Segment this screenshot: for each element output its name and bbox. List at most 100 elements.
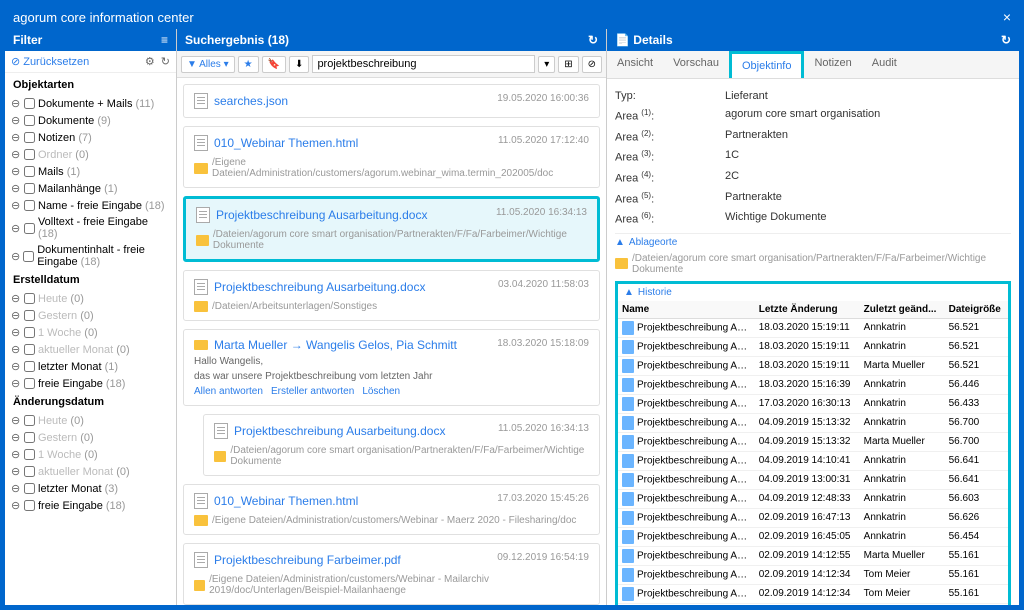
filter-item[interactable]: ⊖Volltext - freie Eingabe (18) [7, 214, 174, 242]
filter-checkbox[interactable] [24, 361, 35, 372]
collapse-icon[interactable]: ⊖ [11, 377, 21, 390]
filter-checkbox[interactable] [24, 115, 35, 126]
history-column-header[interactable]: Zuletzt geänd... [860, 301, 945, 319]
filter-checkbox[interactable] [24, 500, 35, 511]
collapse-icon[interactable]: ⊖ [11, 499, 21, 512]
result-item[interactable]: 010_Webinar Themen.html11.05.2020 17:12:… [183, 126, 600, 188]
history-row[interactable]: Projektbeschreibung Aus..02.09.2019 14:1… [618, 565, 1008, 584]
history-row[interactable]: Projektbeschreibung Aus..04.09.2019 14:1… [618, 451, 1008, 470]
tool-icon-2[interactable]: ⊞ [558, 56, 578, 73]
filter-checkbox[interactable] [23, 251, 34, 262]
tab-notizen[interactable]: Notizen [804, 51, 861, 78]
collapse-icon[interactable]: ⊖ [11, 309, 21, 322]
filter-item[interactable]: ⊖Ordner (0) [7, 146, 174, 163]
mail-action[interactable]: Ersteller antworten [271, 386, 354, 397]
filter-item[interactable]: ⊖Mails (1) [7, 163, 174, 180]
tab-objektinfo[interactable]: Objektinfo [729, 51, 805, 78]
filter-checkbox[interactable] [24, 449, 35, 460]
filter-item[interactable]: ⊖1 Woche (0) [7, 446, 174, 463]
history-row[interactable]: Projektbeschreibung Aus..17.03.2020 16:3… [618, 394, 1008, 413]
history-row[interactable]: Projektbeschreibung Aus..18.03.2020 15:1… [618, 318, 1008, 337]
mail-action[interactable]: Löschen [362, 386, 400, 397]
filter-toggle-icon[interactable]: ▼ Alles ▾ [181, 56, 235, 73]
collapse-icon[interactable]: ⊖ [11, 114, 21, 127]
collapse-icon[interactable]: ⊖ [11, 360, 21, 373]
collapse-icon[interactable]: ⊖ [11, 250, 20, 263]
search-input[interactable] [312, 55, 535, 73]
filter-item[interactable]: ⊖freie Eingabe (18) [7, 497, 174, 514]
result-path[interactable]: /Dateien/agorum core smart organisation/… [196, 229, 587, 251]
result-item[interactable]: Marta Mueller → Wangelis Gelos, Pia Schm… [183, 329, 600, 406]
result-title-link[interactable]: 010_Webinar Themen.html [214, 494, 358, 508]
tool-icon-3[interactable]: ⊘ [582, 56, 602, 73]
filter-checkbox[interactable] [24, 483, 35, 494]
collapse-icon[interactable]: ⊖ [11, 131, 21, 144]
filter-checkbox[interactable] [24, 310, 35, 321]
history-row[interactable]: Projektbeschreibung Aus..02.09.2019 16:4… [618, 527, 1008, 546]
history-row[interactable]: Projektbeschreibung Aus..02.09.2019 14:1… [618, 603, 1008, 605]
close-icon[interactable]: × [1003, 9, 1011, 25]
result-path[interactable]: /Eigene Dateien/Administration/customers… [194, 515, 589, 526]
filter-item[interactable]: ⊖letzter Monat (3) [7, 480, 174, 497]
collapse-icon[interactable]: ⊖ [11, 465, 21, 478]
result-item[interactable]: Projektbeschreibung Farbeimer.pdf09.12.2… [183, 543, 600, 605]
collapse-icon[interactable]: ⊖ [11, 222, 21, 235]
ablageorte-path[interactable]: /Dateien/agorum core smart organisation/… [615, 251, 1011, 277]
history-column-header[interactable]: Dateigröße [945, 301, 1008, 319]
collapse-icon[interactable]: ⊖ [11, 448, 21, 461]
filter-item[interactable]: ⊖Gestern (0) [7, 307, 174, 324]
tab-audit[interactable]: Audit [862, 51, 907, 78]
filter-checkbox[interactable] [24, 98, 35, 109]
filter-checkbox[interactable] [24, 466, 35, 477]
filter-item[interactable]: ⊖1 Woche (0) [7, 324, 174, 341]
result-path[interactable]: /Eigene Dateien/Administration/customers… [194, 157, 589, 179]
ablageorte-section[interactable]: ▲ Ablageorte [615, 233, 1011, 251]
history-row[interactable]: Projektbeschreibung Aus..04.09.2019 12:4… [618, 489, 1008, 508]
collapse-icon[interactable]: ⊖ [11, 199, 21, 212]
filter-checkbox[interactable] [24, 344, 35, 355]
filter-item[interactable]: ⊖Gestern (0) [7, 429, 174, 446]
result-title-link[interactable]: Marta Mueller → Wangelis Gelos, Pia Schm… [214, 338, 457, 352]
collapse-icon[interactable]: ⊖ [11, 326, 21, 339]
filter-checkbox[interactable] [24, 183, 35, 194]
history-row[interactable]: Projektbeschreibung Aus..04.09.2019 15:1… [618, 432, 1008, 451]
star-icon[interactable]: ★ [238, 56, 259, 73]
collapse-icon[interactable]: ⊖ [11, 431, 21, 444]
collapse-icon[interactable]: ⊖ [11, 414, 21, 427]
download-icon[interactable]: ⬇ [289, 56, 309, 73]
collapse-icon[interactable]: ⊖ [11, 165, 21, 178]
results-refresh-icon[interactable]: ↻ [588, 33, 598, 47]
collapse-icon[interactable]: ⊖ [11, 97, 21, 110]
history-row[interactable]: Projektbeschreibung Aus..18.03.2020 15:1… [618, 356, 1008, 375]
result-item[interactable]: Projektbeschreibung Ausarbeitung.docx11.… [183, 196, 600, 262]
collapse-icon[interactable]: ⊖ [11, 148, 21, 161]
tab-ansicht[interactable]: Ansicht [607, 51, 663, 78]
result-path[interactable]: /Dateien/agorum core smart organisation/… [214, 445, 589, 467]
reset-filter-button[interactable]: ⊘ Zurücksetzen [11, 55, 89, 68]
history-row[interactable]: Projektbeschreibung Aus..02.09.2019 14:1… [618, 546, 1008, 565]
filter-checkbox[interactable] [24, 166, 35, 177]
filter-checkbox[interactable] [24, 200, 35, 211]
tab-vorschau[interactable]: Vorschau [663, 51, 729, 78]
filter-checkbox[interactable] [24, 149, 35, 160]
filter-item[interactable]: ⊖Name - freie Eingabe (18) [7, 197, 174, 214]
result-title-link[interactable]: Projektbeschreibung Ausarbeitung.docx [214, 280, 425, 294]
filter-item[interactable]: ⊖Dokumente + Mails (11) [7, 95, 174, 112]
filter-item[interactable]: ⊖Heute (0) [7, 412, 174, 429]
history-row[interactable]: Projektbeschreibung Aus..02.09.2019 16:4… [618, 508, 1008, 527]
result-title-link[interactable]: Projektbeschreibung Ausarbeitung.docx [234, 424, 445, 438]
tool-icon-1[interactable]: ▾ [538, 56, 555, 73]
collapse-icon[interactable]: ⊖ [11, 292, 21, 305]
historie-section[interactable]: ▲ Historie [618, 284, 1008, 301]
history-row[interactable]: Projektbeschreibung Aus..18.03.2020 15:1… [618, 337, 1008, 356]
result-item[interactable]: searches.json19.05.2020 16:00:36 [183, 84, 600, 118]
history-row[interactable]: Projektbeschreibung Aus..04.09.2019 13:0… [618, 470, 1008, 489]
filter-item[interactable]: ⊖aktueller Monat (0) [7, 463, 174, 480]
filter-checkbox[interactable] [24, 327, 35, 338]
result-item[interactable]: Projektbeschreibung Ausarbeitung.docx03.… [183, 270, 600, 321]
filter-item[interactable]: ⊖freie Eingabe (18) [7, 375, 174, 392]
collapse-icon[interactable]: ⊖ [11, 482, 21, 495]
filter-checkbox[interactable] [24, 432, 35, 443]
result-item[interactable]: Projektbeschreibung Ausarbeitung.docx11.… [203, 414, 600, 476]
result-title-link[interactable]: searches.json [214, 94, 288, 108]
